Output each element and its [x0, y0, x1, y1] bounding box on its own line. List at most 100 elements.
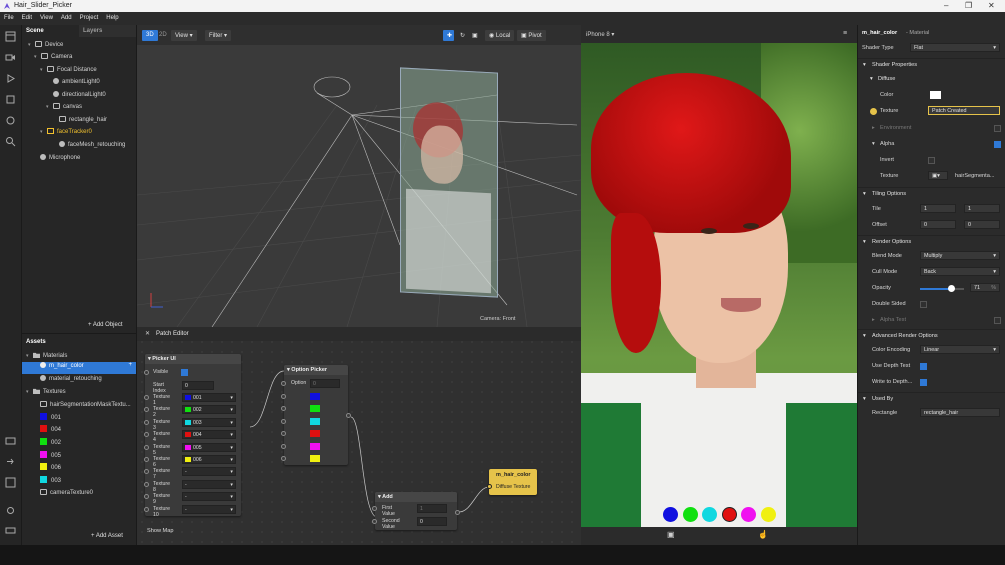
visible-checkbox[interactable] — [181, 369, 188, 376]
input-port[interactable] — [144, 457, 149, 462]
mode-2d-button[interactable]: 2D — [155, 30, 171, 41]
second-value-field[interactable]: 0 — [417, 517, 447, 526]
color-option-dot[interactable] — [741, 507, 756, 522]
texture-select-5[interactable]: 005 ▾ — [182, 442, 236, 452]
tab-layers[interactable]: Layers — [79, 25, 136, 37]
minimize-icon[interactable]: – — [944, 1, 948, 10]
option-field[interactable]: 0 — [310, 379, 340, 388]
first-value-field[interactable]: 1 — [417, 504, 447, 513]
tree-item-ambient-light[interactable]: ambientLight0 — [53, 78, 100, 90]
input-port[interactable] — [144, 432, 149, 438]
picker-ui-node[interactable]: ▾ Picker UI Visible Start Index 0 Textur… — [144, 354, 241, 518]
tree-item-face-tracker[interactable]: ▾ faceTracker0 — [40, 128, 92, 140]
input-port[interactable] — [144, 407, 149, 413]
scale-tool-icon[interactable]: ▣ — [468, 30, 479, 41]
menu-view[interactable]: View — [36, 12, 57, 24]
opacity-slider-track[interactable] — [920, 285, 964, 292]
menu-project[interactable]: Project — [76, 12, 103, 24]
asset-item-material-retouching[interactable]: material_retouching — [40, 375, 102, 387]
opacity-field[interactable]: 71% — [970, 283, 1000, 292]
input-port[interactable] — [144, 494, 149, 500]
viewport[interactable]: 3D 2D View ▾ Filter ▾ ✚ ↻ ▣ ◉ Local ▣ Pi… — [137, 25, 581, 327]
texture-select-10[interactable]: - ▾ — [182, 504, 236, 514]
device-dropdown[interactable]: iPhone 8 ▾ — [586, 31, 614, 38]
settings-icon[interactable] — [5, 505, 16, 516]
alpha-checkbox[interactable] — [994, 141, 1001, 148]
color-option-dot[interactable] — [663, 507, 678, 522]
use-depth-test-checkbox[interactable] — [920, 363, 927, 370]
tree-item-camera[interactable]: ▾ Camera — [34, 53, 72, 65]
section-used-by[interactable]: ▾ Used By — [858, 392, 1005, 405]
layout-icon[interactable] — [5, 31, 16, 42]
texture-select-1[interactable]: 001 ▾ — [182, 393, 236, 402]
menu-icon[interactable]: ≡ — [843, 30, 847, 37]
maximize-icon[interactable]: ❐ — [965, 1, 972, 10]
console-icon[interactable] — [5, 525, 16, 536]
input-port[interactable] — [144, 481, 149, 487]
asset-item-texture-002[interactable]: 002 — [40, 438, 61, 450]
menu-edit[interactable]: Edit — [18, 12, 36, 24]
asset-item-texture-006[interactable]: 006 — [40, 463, 61, 475]
capture-icon[interactable]: ▣ — [667, 530, 675, 539]
menu-add[interactable]: Add — [57, 12, 76, 24]
move-tool-icon[interactable]: ✚ — [443, 30, 454, 41]
input-port[interactable] — [281, 406, 286, 412]
touch-icon[interactable]: ☝ — [758, 530, 768, 539]
patch-editor[interactable]: ✕ Patch Editor ▾ Picker UI Visible Start… — [137, 327, 581, 545]
folder-icon[interactable] — [5, 435, 16, 446]
start-index-field[interactable]: 0 — [182, 381, 214, 390]
input-port[interactable] — [372, 519, 377, 524]
shader-type-dropdown[interactable]: Flat ▾ — [910, 43, 1000, 52]
texture-select-8[interactable]: - ▾ — [182, 479, 236, 489]
output-port[interactable] — [455, 510, 460, 515]
patch-link-icon[interactable] — [870, 108, 877, 115]
input-port[interactable] — [281, 456, 286, 461]
color-option-dot[interactable] — [760, 507, 776, 522]
texture-select-4[interactable]: 004 ▾ — [182, 430, 236, 440]
color-option-dot[interactable] — [721, 507, 737, 522]
tree-item-face-mesh[interactable]: faceMesh_retouching — [59, 141, 125, 153]
output-port[interactable] — [346, 413, 351, 418]
input-port[interactable] — [144, 370, 149, 375]
texture-select-2[interactable]: 002 ▾ — [182, 405, 236, 415]
input-port[interactable] — [372, 506, 377, 511]
video-icon[interactable] — [5, 52, 16, 63]
asset-item-hair-seg-texture[interactable]: hairSegmentationMaskTextu... — [40, 401, 131, 413]
input-port[interactable] — [281, 381, 286, 386]
section-render-options[interactable]: ▾ Render Options — [858, 235, 1005, 248]
tree-item-directional-light[interactable]: directionalLight0 — [53, 91, 106, 103]
help-icon[interactable] — [5, 477, 16, 488]
input-port[interactable] — [144, 506, 149, 512]
option-picker-node[interactable]: ▾ Option Picker Option 0 — [281, 365, 351, 465]
input-port[interactable] — [144, 395, 149, 400]
input-port[interactable] — [144, 469, 149, 475]
material-node[interactable]: m_hair_color Diffuse Texture — [487, 469, 537, 495]
tab-scene[interactable]: Scene — [22, 25, 79, 37]
color-option-dot[interactable] — [702, 507, 717, 522]
asset-item-texture-003[interactable]: 003 — [40, 476, 61, 488]
menu-help[interactable]: Help — [102, 12, 122, 24]
section-shader-properties[interactable]: ▾ Shader Properties — [858, 58, 1005, 71]
used-by-rectangle-field[interactable]: rectangle_hair — [920, 408, 1000, 417]
input-port[interactable] — [281, 431, 286, 437]
refresh-icon[interactable] — [5, 115, 16, 126]
color-picker-ui[interactable] — [663, 507, 783, 523]
offset-x-field[interactable]: 0 — [920, 220, 956, 229]
offset-y-field[interactable]: 0 — [964, 220, 1000, 229]
texture-select-6[interactable]: 006 ▾ — [182, 455, 236, 464]
tile-y-field[interactable]: 1 — [964, 204, 1000, 213]
play-icon[interactable] — [5, 73, 16, 84]
color-option-dot[interactable] — [682, 507, 698, 522]
input-port[interactable] — [281, 443, 286, 449]
pivot-button[interactable]: ▣ Pivot — [517, 30, 546, 41]
texture-select-9[interactable]: - ▾ — [182, 492, 236, 502]
tile-x-field[interactable]: 1 — [920, 204, 956, 213]
tree-item-canvas[interactable]: ▾ canvas — [46, 103, 82, 115]
add-asset-button[interactable]: + Add Asset — [91, 533, 123, 539]
filter-dropdown[interactable]: Filter ▾ — [205, 30, 232, 41]
color-encoding-dropdown[interactable]: Linear ▾ — [920, 345, 1000, 354]
texture-select-7[interactable]: - ▾ — [182, 467, 236, 477]
section-advanced-render[interactable]: ▾ Advanced Render Options — [858, 329, 1005, 342]
cull-mode-dropdown[interactable]: Back ▾ — [920, 267, 1000, 276]
login-icon[interactable] — [5, 456, 16, 467]
